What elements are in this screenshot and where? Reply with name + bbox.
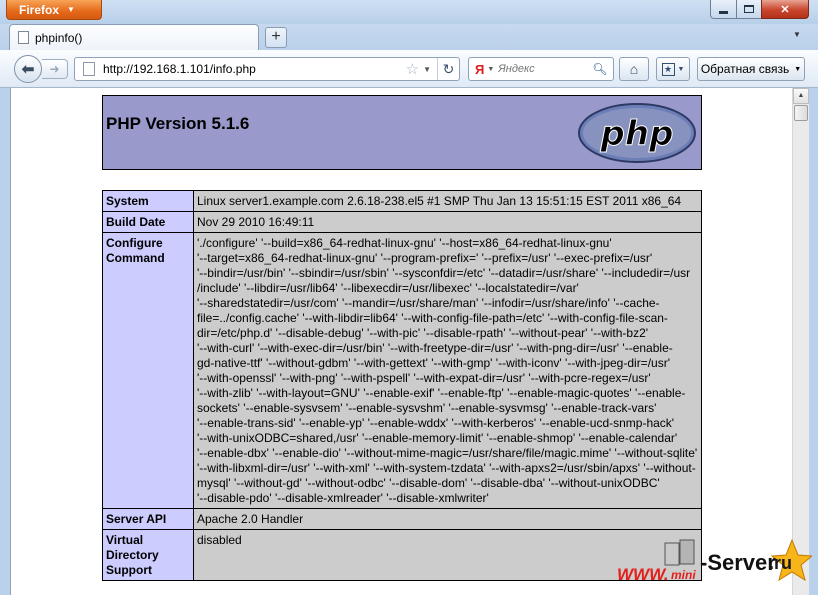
row-key: Server API xyxy=(102,508,194,530)
configure-line: '--bindir=/usr/bin' '--sbindir=/usr/sbin… xyxy=(197,266,691,280)
watermark-server: -Server xyxy=(700,550,776,575)
row-value: Apache 2.0 Handler xyxy=(193,508,702,530)
php-header: PHP Version 5.1.6 php xyxy=(102,95,702,170)
info-table: System Linux server1.example.com 2.6.18-2… xyxy=(102,190,702,581)
maximize-icon xyxy=(744,5,754,13)
page-viewport: PHP Version 5.1.6 php System Linux server… xyxy=(10,88,807,595)
watermark-tld: .ru xyxy=(769,553,793,573)
tab-strip: phpinfo() + ▼ xyxy=(0,24,818,50)
bookmark-star-icon[interactable]: ☆ xyxy=(406,60,419,78)
minimize-button[interactable] xyxy=(710,0,737,19)
configure-line: '--sharedstatedir=/usr/com' '--mandir=/u… xyxy=(197,296,660,310)
configure-line: '--enable-dbx' '--enable-dio' '--without… xyxy=(197,446,698,460)
home-button[interactable]: ⌂ xyxy=(619,57,649,81)
url-bar[interactable]: http://192.168.1.101/info.php ☆ ▼ ↻ xyxy=(74,57,460,81)
reload-icon: ↻ xyxy=(442,60,455,77)
configure-line: /include' '--libdir=/usr/lib64' '--libex… xyxy=(197,281,579,295)
vertical-scrollbar[interactable]: ▲ xyxy=(792,88,809,595)
configure-line: '--target=x86_64-redhat-linux-gnu' '--pr… xyxy=(197,251,653,265)
plus-icon: + xyxy=(271,28,281,45)
row-value: Linux server1.example.com 2.6.18-238.el5… xyxy=(193,190,702,212)
table-row: Virtual Directory Support disabled xyxy=(102,529,702,581)
forward-button[interactable]: ➜ xyxy=(42,59,68,79)
configure-line: sockets' '--enable-sysvsem' '--enable-sy… xyxy=(197,401,657,415)
search-input[interactable] xyxy=(498,63,589,75)
site-identity-icon[interactable] xyxy=(83,62,95,76)
watermark-www: WWW. xyxy=(617,565,669,584)
title-bar: Firefox ▼ ✕ xyxy=(0,0,818,24)
row-key: Build Date xyxy=(102,211,194,233)
page-title: PHP Version 5.1.6 xyxy=(106,114,250,133)
php-logo-text: php xyxy=(600,114,674,154)
configure-line: '--disable-pdo' '--disable-xmlreader' '-… xyxy=(197,491,489,505)
watermark-mini: mini xyxy=(671,568,696,582)
table-row: Server API Apache 2.0 Handler xyxy=(102,508,702,530)
close-button[interactable]: ✕ xyxy=(761,0,809,19)
engine-dropdown-icon[interactable]: ▼ xyxy=(487,66,494,73)
row-value: './configure' '--build=x86_64-redhat-lin… xyxy=(193,232,702,509)
window-frame-right xyxy=(809,88,818,595)
new-tab-button[interactable]: + xyxy=(265,27,287,48)
row-value: Nov 29 2010 16:49:11 xyxy=(193,211,702,233)
firefox-menu-label: Firefox xyxy=(19,2,60,17)
home-icon: ⌂ xyxy=(629,61,639,77)
configure-line: dir=/etc/php.d' '--disable-debug' '--wit… xyxy=(197,326,649,340)
url-text[interactable]: http://192.168.1.101/info.php xyxy=(103,62,406,76)
row-key: System xyxy=(102,190,194,212)
page-icon xyxy=(18,31,29,44)
chevron-down-icon: ▼ xyxy=(794,65,802,73)
search-icon[interactable]: 🔍︎ xyxy=(592,62,607,76)
tab-phpinfo[interactable]: phpinfo() xyxy=(9,24,259,50)
minimize-icon xyxy=(719,10,728,14)
configure-line: file=../config.cache' '--with-libdir=lib… xyxy=(197,311,668,325)
window-frame-left xyxy=(0,88,10,595)
table-row: System Linux server1.example.com 2.6.18-2… xyxy=(102,190,702,212)
scroll-thumb[interactable] xyxy=(794,105,808,121)
configure-line: './configure' '--build=x86_64-redhat-lin… xyxy=(197,236,612,250)
configure-line: '--with-curl' '--with-exec-dir=/usr/bin'… xyxy=(197,341,673,355)
scroll-up-button[interactable]: ▲ xyxy=(793,88,809,104)
yandex-engine-icon[interactable]: Я xyxy=(475,62,484,77)
firefox-menu-button[interactable]: Firefox ▼ xyxy=(6,0,102,20)
configure-line: mysql' '--without-gd' '--without-odbc' '… xyxy=(197,476,660,490)
feedback-button[interactable]: Обратная связь ▼ xyxy=(697,57,805,81)
row-key: Configure Command xyxy=(102,232,194,509)
arrow-right-icon: ➜ xyxy=(49,62,60,76)
back-button[interactable]: ⬅ xyxy=(14,55,42,83)
arrow-left-icon: ⬅ xyxy=(21,61,35,78)
configure-line: '--enable-trans-sid' '--enable-yp' '--en… xyxy=(197,416,675,430)
feedback-label: Обратная связь xyxy=(700,62,790,76)
maximize-button[interactable] xyxy=(736,0,762,19)
table-row: Configure Command './configure' '--build=… xyxy=(102,232,702,509)
chevron-down-icon: ▼ xyxy=(67,5,75,14)
configure-line: '--with-unixODBC=shared,/usr' '--enable-… xyxy=(197,431,678,445)
table-row: Build Date Nov 29 2010 16:49:11 xyxy=(102,211,702,233)
chevron-down-icon: ▼ xyxy=(793,30,801,39)
php-logo: php xyxy=(578,103,696,163)
configure-line: '--with-openssl' '--with-png' '--with-ps… xyxy=(197,371,651,385)
configure-line: gd-native-ttf' '--without-gdbm' '--with-… xyxy=(197,356,670,370)
row-key: Virtual Directory Support xyxy=(102,529,194,581)
chevron-down-icon: ▼ xyxy=(677,65,685,73)
close-icon: ✕ xyxy=(780,3,790,16)
navigation-toolbar: ➜ ⬅ http://192.168.1.101/info.php ☆ ▼ ↻ … xyxy=(0,50,818,88)
bookmarks-button[interactable]: ★ ▼ xyxy=(656,57,690,81)
tab-label: phpinfo() xyxy=(35,30,83,45)
history-dropdown-icon[interactable]: ▼ xyxy=(423,65,431,74)
configure-line: '--with-zlib' '--with-layout=GNU' '--ena… xyxy=(197,386,686,400)
search-bar: Я ▼ 🔍︎ xyxy=(468,57,614,81)
list-all-tabs-button[interactable]: ▼ xyxy=(793,30,801,39)
configure-line: '--with-libxml-dir=/usr' '--with-xml' '-… xyxy=(197,461,696,475)
reload-button[interactable]: ↻ xyxy=(437,58,459,80)
bookmarks-icon: ★ xyxy=(661,62,675,76)
